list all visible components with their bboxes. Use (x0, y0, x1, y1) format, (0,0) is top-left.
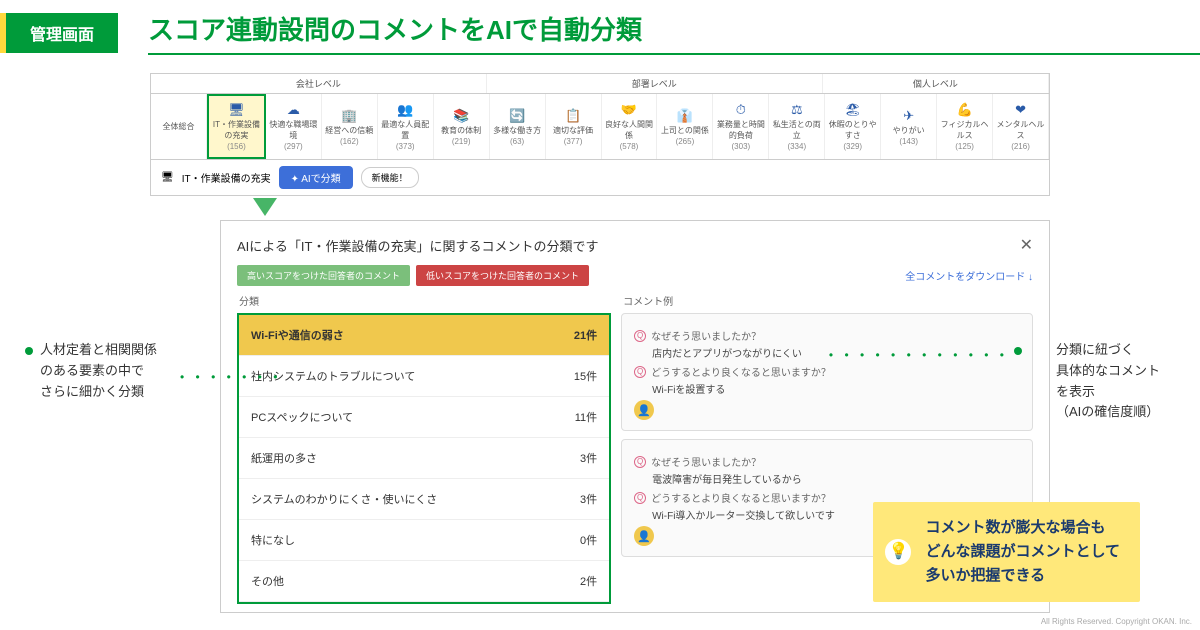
monitor-icon: 🖥 (161, 172, 174, 183)
lightbulb-icon: 💡 (883, 537, 913, 567)
highlight-note: 💡 コメント数が膨大な場合もどんな課題がコメントとして多いか把握できる (873, 502, 1140, 602)
category-panel: 会社レベル部署レベル個人レベル 全体総合🖥IT・作業設備の充実(156)☁快適な… (150, 73, 1050, 196)
close-icon[interactable]: ✕ (1020, 235, 1033, 255)
avatar-icon: 👤 (634, 526, 654, 546)
category-item[interactable]: 🏖休暇のとりやすさ(329) (825, 94, 881, 159)
level-header: 部署レベル (487, 74, 823, 93)
category-item[interactable]: 全体総合 (151, 94, 207, 159)
dots-icon: • • • • • • • • • • • • (829, 348, 1008, 362)
category-item[interactable]: 🏢経営への信頼(162) (322, 94, 378, 159)
arrow-down-icon (253, 198, 277, 216)
category-item[interactable]: 🤝良好な人間関係(578) (602, 94, 658, 159)
column-header-example: コメント例 (621, 288, 1033, 313)
category-item[interactable]: ☁快適な職場環境(297) (266, 94, 322, 159)
classification-list: Wi-Fiや通信の弱さ21件社内システムのトラブルについて15件PCスペックにつ… (237, 313, 611, 604)
ai-classify-button[interactable]: ✦ AIで分類 (279, 166, 353, 189)
tab-high-score[interactable]: 高いスコアをつけた回答者のコメント (237, 265, 410, 286)
new-feature-badge: 新機能！ (361, 167, 419, 188)
level-header: 個人レベル (823, 74, 1049, 93)
dots-icon: • • • • • • • (180, 370, 281, 384)
category-item[interactable]: ❤メンタルヘルス(216) (993, 94, 1049, 159)
admin-badge: 管理画面 (0, 13, 118, 53)
category-item[interactable]: 📚教育の体制(219) (434, 94, 490, 159)
column-header-class: 分類 (237, 288, 611, 313)
class-item[interactable]: PCスペックについて11件 (239, 397, 609, 438)
avatar-icon: 👤 (634, 400, 654, 420)
category-item[interactable]: ✈やりがい(143) (881, 94, 937, 159)
category-item[interactable]: ⏱業務量と時間的負荷(303) (713, 94, 769, 159)
page-title: スコア連動設問のコメントをAIで自動分類 (148, 10, 1200, 55)
tab-low-score[interactable]: 低いスコアをつけた回答者のコメント (416, 265, 589, 286)
callout-left: 人材定着と相関関係のある要素の中でさらに細かく分類 (40, 340, 157, 402)
current-category: IT・作業設備の充実 (182, 170, 271, 185)
category-item[interactable]: 🖥IT・作業設備の充実(156) (207, 94, 266, 159)
category-item[interactable]: 💪フィジカルヘルス(125) (937, 94, 993, 159)
level-header: 会社レベル (151, 74, 487, 93)
category-item[interactable]: 📋適切な評価(377) (546, 94, 602, 159)
callout-right: 分類に紐づく具体的なコメントを表示（AIの確信度順） (1056, 340, 1160, 423)
category-item[interactable]: 👔上司との関係(265) (657, 94, 713, 159)
category-item[interactable]: ⚖私生活との両立(334) (769, 94, 825, 159)
class-item[interactable]: 社内システムのトラブルについて15件 (239, 356, 609, 397)
class-item[interactable]: Wi-Fiや通信の弱さ21件 (239, 315, 609, 356)
bullet-icon (25, 347, 33, 355)
panel-title: AIによる「IT・作業設備の充実」に関するコメントの分類です (237, 236, 598, 255)
copyright: All Rights Reserved. Copyright OKAN. Inc… (1041, 617, 1192, 626)
category-item[interactable]: 👥最適な人員配置(373) (378, 94, 434, 159)
class-item[interactable]: 特になし0件 (239, 520, 609, 561)
class-item[interactable]: 紙運用の多さ3件 (239, 438, 609, 479)
bullet-icon (1014, 347, 1022, 355)
class-item[interactable]: システムのわかりにくさ・使いにくさ3件 (239, 479, 609, 520)
comment-card: Qなぜそう思いましたか？店内だとアプリがつながりにくいQどうするとより良くなると… (621, 313, 1033, 431)
class-item[interactable]: その他2件 (239, 561, 609, 602)
category-item[interactable]: 🔄多様な働き方(63) (490, 94, 546, 159)
download-link[interactable]: 全コメントをダウンロード ↓ (905, 268, 1033, 283)
